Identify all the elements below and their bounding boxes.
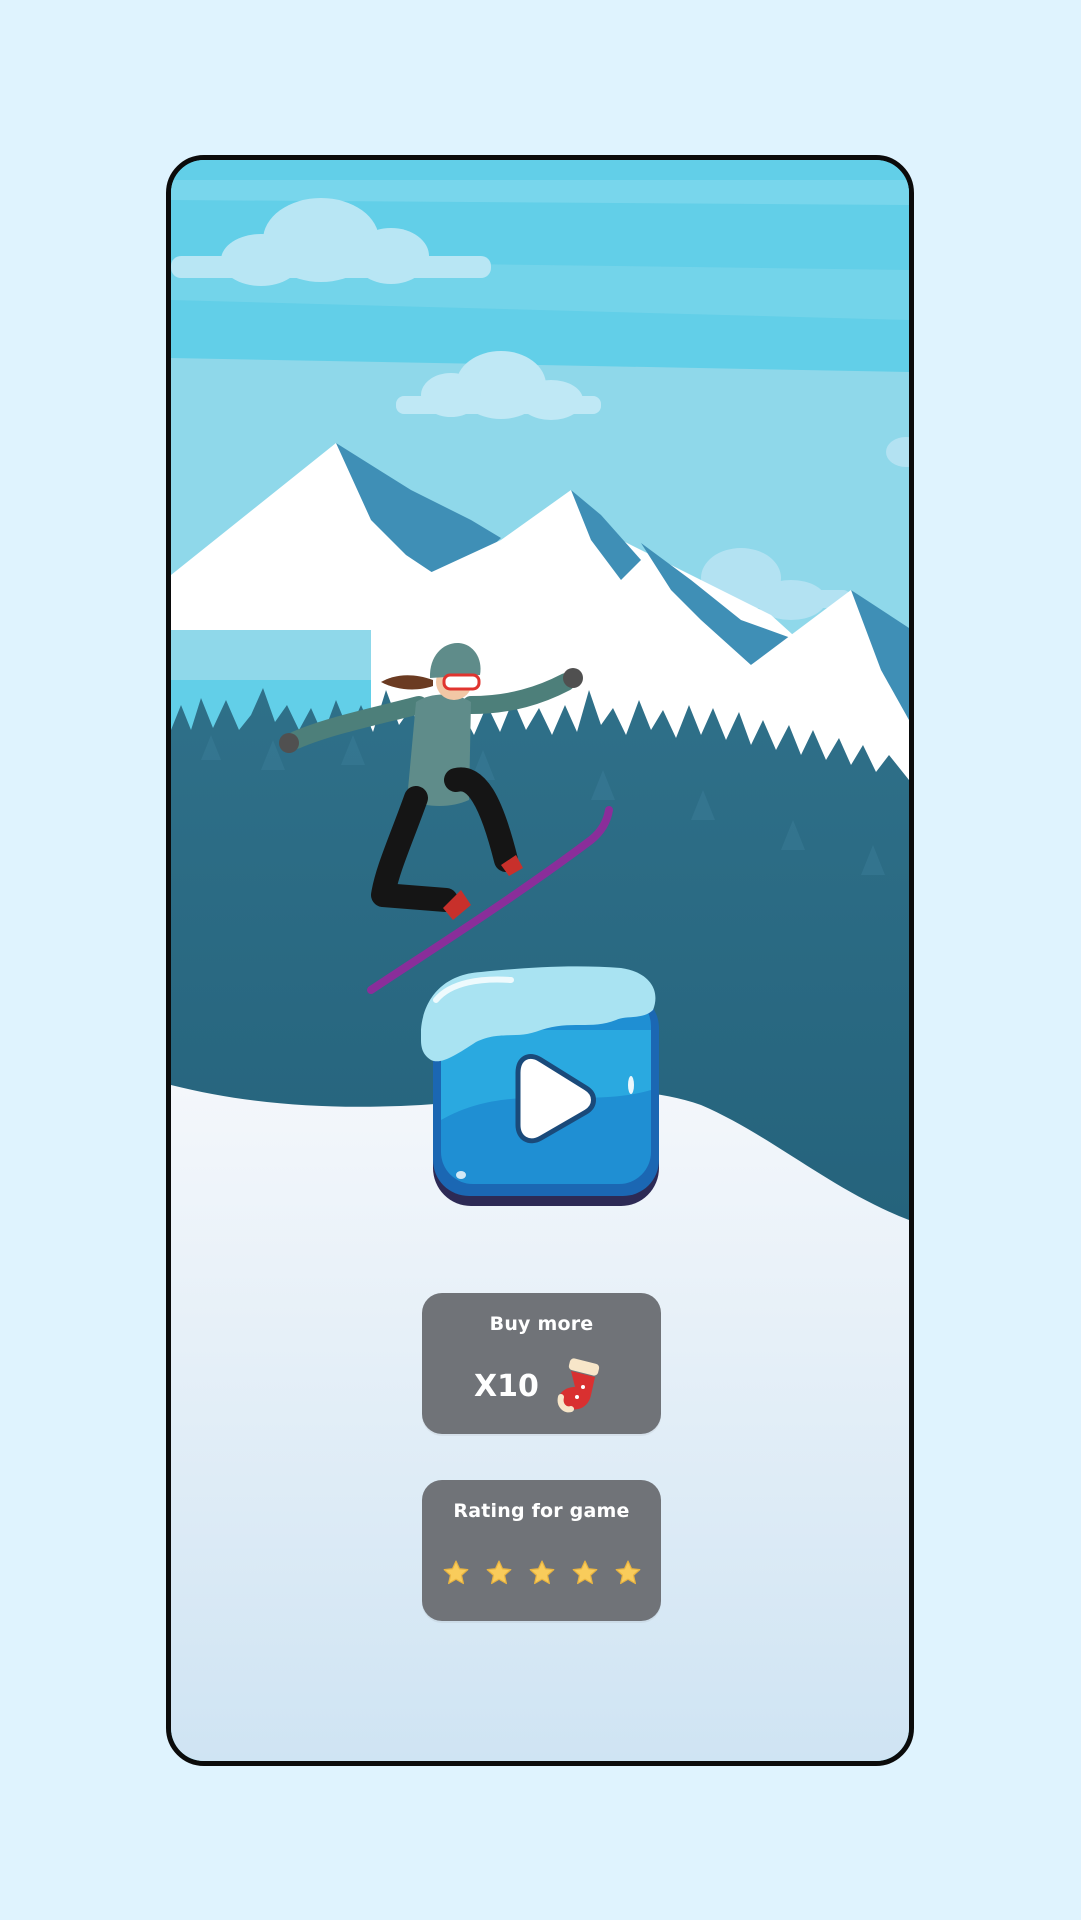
star-icon[interactable] [527, 1558, 557, 1588]
glove [563, 668, 583, 688]
buy-more-card[interactable]: Buy more X10 [422, 1293, 661, 1434]
buy-quantity: X10 [474, 1368, 539, 1404]
star-icon[interactable] [441, 1558, 471, 1588]
rating-title: Rating for game [453, 1500, 630, 1522]
star-rating[interactable] [422, 1558, 661, 1588]
goggles [442, 673, 481, 691]
buy-more-title: Buy more [489, 1313, 594, 1335]
buy-more-row: X10 [422, 1356, 661, 1416]
game-screen: Buy more X10 Rating for game [166, 155, 914, 1766]
play-button[interactable] [421, 960, 661, 1210]
star-icon[interactable] [484, 1558, 514, 1588]
rating-card: Rating for game [422, 1480, 661, 1621]
glove [279, 733, 299, 753]
star-icon[interactable] [613, 1558, 643, 1588]
star-icon[interactable] [570, 1558, 600, 1588]
sock-icon [557, 1358, 600, 1413]
